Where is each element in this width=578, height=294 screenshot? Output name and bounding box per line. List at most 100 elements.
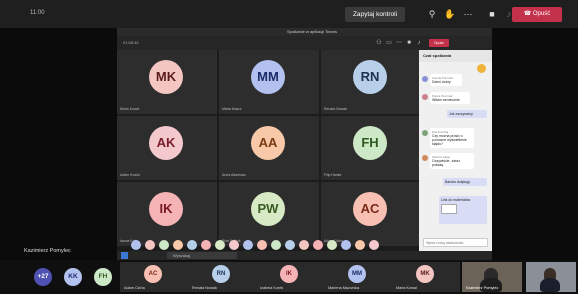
chat-icon[interactable]: ▭ (385, 39, 393, 47)
participant-name: Filip Hanke (324, 173, 342, 177)
chat-message-own: Już zaczynamy (447, 110, 487, 118)
participant-name: Renata Nowak (324, 107, 347, 111)
participant-name: Adam Kozioł (120, 173, 140, 177)
participant-avatar[interactable] (369, 240, 379, 250)
chat-message: Marek Woźniak Witam serdecznie (430, 92, 470, 104)
avatar: MM (348, 265, 366, 283)
participant-tile: AC Adam Cicha (321, 182, 421, 246)
chat-text: Link do materiałów (441, 198, 471, 202)
shared-window-timer: 01:58:45 (123, 40, 139, 45)
participant-tile[interactable]: RN Renata Nowak (188, 262, 256, 292)
shared-leave-button[interactable]: Opuść (429, 39, 449, 47)
chat-text: Oczywiście, zaraz pokażę (432, 159, 461, 167)
chat-message: Paulina Zając Oczywiście, zaraz pokażę (430, 153, 474, 169)
taskbar: Wyszukaj (117, 251, 492, 260)
more-icon[interactable]: ⋯ (395, 39, 403, 47)
participant-name: Anna Adamska (222, 173, 246, 177)
avatar[interactable]: KK (64, 268, 82, 286)
participant-avatar[interactable] (271, 240, 281, 250)
participant-tile[interactable]: MK Maria Kowal (392, 262, 460, 292)
windows-start-icon[interactable] (121, 252, 128, 259)
participant-avatar[interactable] (187, 240, 197, 250)
chat-message-own: Bardzo dziękuję (443, 178, 487, 186)
participants-strip: +27 KK FH AC Adam Cicha RN Renata Nowak … (0, 260, 578, 294)
participant-avatar[interactable] (285, 240, 295, 250)
camera-icon[interactable]: ■ (405, 39, 413, 47)
avatar: MM (251, 60, 285, 94)
participant-avatar[interactable] (257, 240, 267, 250)
participant-avatar[interactable] (145, 240, 155, 250)
participant-name: Maria Kowal (396, 286, 417, 290)
chat-message: Ewelina Maj Czy można prosić o ponowne w… (430, 128, 474, 148)
participant-tile: PW Piotr Wójcik (219, 182, 319, 246)
participant-avatar[interactable] (131, 240, 141, 250)
participant-tile: AK Adam Kozioł (117, 116, 217, 180)
participant-tile: FH Filip Hanke (321, 116, 421, 180)
more-participants-badge[interactable]: +27 (34, 268, 52, 286)
video-tile[interactable]: Kazimierz Pomylec (462, 262, 522, 292)
shared-screen: Spotkanie w aplikacji Teams 01:58:45 ⚇ ▭… (117, 28, 492, 260)
avatar: AC (144, 265, 162, 283)
participant-avatar[interactable] (313, 240, 323, 250)
sender-avatar (422, 155, 428, 161)
avatar: PW (251, 192, 285, 226)
participant-avatar[interactable] (341, 240, 351, 250)
leave-label: Opuść (532, 11, 551, 17)
camera-icon[interactable]: ■ (485, 8, 499, 20)
participant-avatar[interactable] (327, 240, 337, 250)
participant-tile[interactable]: IK Izabela Kurek (256, 262, 324, 292)
people-icon[interactable]: ⚇ (375, 39, 383, 47)
chat-text: Dzień dobry (432, 80, 451, 84)
participant-avatar[interactable] (173, 240, 183, 250)
avatar[interactable]: FH (94, 268, 112, 286)
participant-name: Maria Kowal (120, 107, 140, 111)
self-video-tile[interactable] (526, 262, 576, 292)
participant-name: Marta Mazur (222, 107, 242, 111)
participant-avatar[interactable] (355, 240, 365, 250)
attachment-thumbnail[interactable] (441, 204, 457, 214)
shared-window-toolbar: 01:58:45 ⚇ ▭ ⋯ ■ ♪ Opuść (117, 36, 492, 50)
participant-tile: IK Iwona Kot (117, 182, 217, 246)
participant-avatar[interactable] (299, 240, 309, 250)
participant-tile: MM Marta Mazur (219, 50, 319, 114)
chat-text: Już zaczynamy (449, 112, 473, 116)
chat-text: Czy można prosić o ponowne wyświetlenie … (432, 134, 467, 146)
participant-avatar[interactable] (201, 240, 211, 250)
chat-text: Witam serdecznie (432, 98, 460, 102)
request-control-button[interactable]: Zapytaj kontroli (345, 7, 405, 22)
participant-tile: MK Maria Kowal (117, 50, 217, 114)
participant-tile[interactable]: MM Marlena Mazurska (324, 262, 392, 292)
chat-panel: Czat spotkania Kamila Pietrzak Dzień dob… (419, 50, 492, 251)
participant-avatar[interactable] (215, 240, 225, 250)
participants-row (131, 238, 401, 252)
avatar: MK (416, 265, 434, 283)
mic-icon[interactable]: ♪ (415, 39, 423, 47)
taskbar-search[interactable]: Wyszukaj (167, 252, 237, 259)
meeting-timer: 11:00 (30, 10, 45, 16)
more-options-icon[interactable]: ⋯ (461, 8, 475, 20)
participant-avatar[interactable] (243, 240, 253, 250)
avatar: AK (149, 126, 183, 160)
participant-tile: AA Anna Adamska (219, 116, 319, 180)
participant-tile: RN Renata Nowak (321, 50, 421, 114)
chat-title: Czat spotkania (423, 53, 452, 58)
avatar: RN (353, 60, 387, 94)
chat-header: Czat spotkania (419, 50, 492, 62)
leave-button[interactable]: ☎ Opuść (512, 7, 562, 22)
avatar: IK (280, 265, 298, 283)
participant-name: Marlena Mazurska (328, 286, 360, 290)
sender-avatar (422, 130, 428, 136)
participants-icon[interactable]: ⚲ (425, 8, 439, 20)
sender-avatar (422, 94, 428, 100)
chat-message: Kamila Pietrzak Dzień dobry (430, 74, 462, 86)
participant-name: Adam Cicha (124, 286, 145, 290)
raise-hand-icon[interactable]: ✋ (443, 8, 457, 20)
video-person-body (540, 278, 560, 292)
meeting-toolbar: 11:00 Zapytaj kontroli ⚲ ✋ ⋯ ■ ♪ ↑ ☎ Opu… (0, 0, 578, 28)
participant-avatar[interactable] (229, 240, 239, 250)
participant-tile[interactable]: AC Adam Cicha (120, 262, 188, 292)
avatar: IK (149, 192, 183, 226)
participant-avatar[interactable] (159, 240, 169, 250)
chat-input[interactable]: Wpisz nową wiadomość (423, 238, 488, 247)
avatar: FH (353, 126, 387, 160)
